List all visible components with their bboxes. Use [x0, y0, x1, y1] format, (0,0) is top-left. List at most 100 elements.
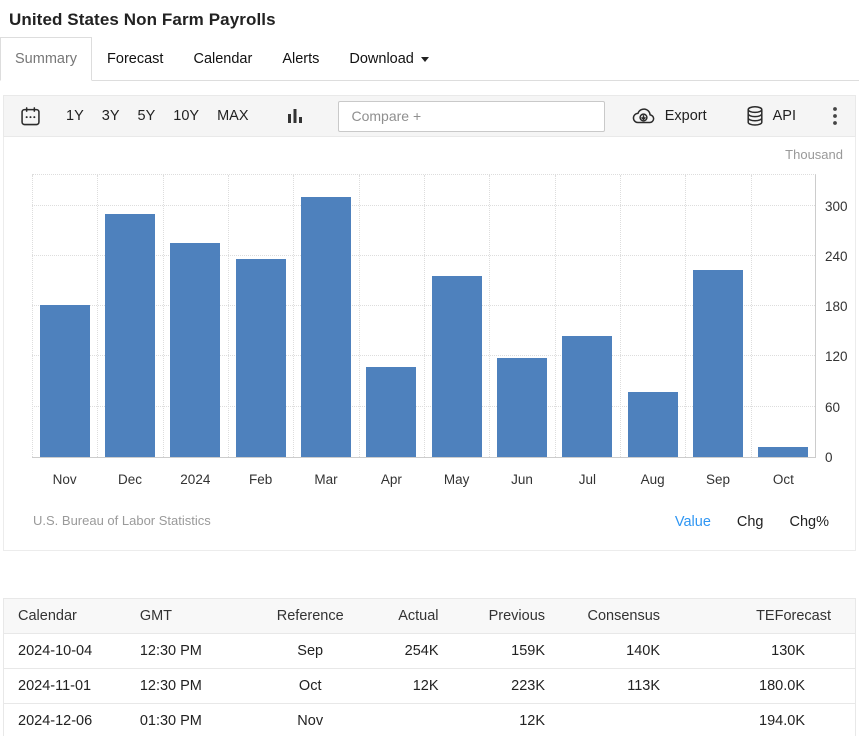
tab-bar: Summary Forecast Calendar Alerts Downloa…	[0, 37, 859, 81]
y-axis-unit-label: Thousand	[785, 147, 843, 162]
export-label: Export	[665, 108, 707, 124]
tab-download[interactable]: Download	[334, 37, 444, 81]
bar-Nov	[40, 305, 90, 457]
cell-date: 2024-10-04	[4, 634, 140, 669]
cell-reference: Oct	[268, 669, 353, 704]
cell-date: 2024-12-06	[4, 704, 140, 736]
tab-forecast[interactable]: Forecast	[92, 37, 178, 81]
vertical-gridline	[555, 175, 556, 457]
table-row: 2024-11-01 12:30 PM Oct 12K 223K 113K 18…	[4, 669, 856, 704]
cell-teforecast: 130K	[668, 634, 855, 669]
more-options-button[interactable]	[830, 104, 840, 128]
bar-Dec	[105, 214, 155, 457]
cell-consensus: 113K	[553, 669, 668, 704]
vertical-gridline	[620, 175, 621, 457]
horizontal-gridline	[32, 205, 815, 206]
calendar-icon	[19, 105, 42, 128]
cell-gmt: 12:30 PM	[140, 634, 268, 669]
bar-Feb	[236, 259, 286, 457]
x-axis-label: Jun	[489, 472, 554, 487]
cell-gmt: 12:30 PM	[140, 669, 268, 704]
cell-previous: 12K	[447, 704, 554, 736]
header-gmt: GMT	[140, 599, 268, 634]
chart-card: Thousand NovDec2024FebMarAprMayJunJulAug…	[3, 137, 856, 551]
download-caret-icon	[421, 57, 429, 62]
header-calendar: Calendar	[4, 599, 140, 634]
range-max-button[interactable]: MAX	[217, 104, 248, 128]
table-header: Calendar GMT Reference Actual Previous C…	[4, 599, 856, 634]
mode-chgpct-button[interactable]: Chg%	[790, 514, 830, 530]
x-axis-label: Jul	[555, 472, 620, 487]
export-cloud-download-icon	[630, 106, 657, 126]
bar-Apr	[366, 367, 416, 457]
range-buttons: 1Y 3Y 5Y 10Y MAX	[66, 104, 266, 128]
column-chart-icon	[286, 106, 304, 126]
header-reference: Reference	[268, 599, 353, 634]
export-button[interactable]: Export	[630, 106, 707, 126]
x-axis-label: 2024	[163, 472, 228, 487]
tab-summary[interactable]: Summary	[0, 37, 92, 81]
kebab-menu-icon	[832, 106, 838, 126]
mode-value-button[interactable]: Value	[675, 514, 711, 530]
y-axis-tick-label: 300	[825, 199, 859, 214]
api-database-icon	[745, 105, 765, 127]
mode-chg-button[interactable]: Chg	[737, 514, 764, 530]
chart-source: U.S. Bureau of Labor Statistics	[33, 513, 211, 528]
x-axis-label: Mar	[293, 472, 358, 487]
x-axis-label: Feb	[228, 472, 293, 487]
bar-Jun	[497, 358, 547, 457]
x-axis-label: Oct	[751, 472, 816, 487]
bar-Oct	[758, 447, 808, 457]
release-calendar-table: Calendar GMT Reference Actual Previous C…	[3, 598, 856, 736]
tab-alerts[interactable]: Alerts	[267, 37, 334, 81]
plot-area: NovDec2024FebMarAprMayJunJulAugSepOct	[32, 174, 816, 458]
bar-Jul	[562, 336, 612, 457]
bar-Sep	[693, 270, 743, 457]
cell-reference: Nov	[268, 704, 353, 736]
vertical-gridline	[163, 175, 164, 457]
x-axis-label: Nov	[32, 472, 97, 487]
x-axis-label: May	[424, 472, 489, 487]
table-row: 2024-12-06 01:30 PM Nov 12K 194.0K	[4, 704, 856, 736]
bar-Aug	[628, 392, 678, 457]
chart-toolbar: 1Y 3Y 5Y 10Y MAX Export API	[3, 95, 856, 137]
x-axis-label: Dec	[97, 472, 162, 487]
header-consensus: Consensus	[553, 599, 668, 634]
cell-previous: 223K	[447, 669, 554, 704]
cell-teforecast: 180.0K	[668, 669, 855, 704]
cell-consensus: 140K	[553, 634, 668, 669]
cell-actual: 254K	[353, 634, 447, 669]
x-axis-label: Sep	[685, 472, 750, 487]
tab-download-label: Download	[349, 51, 414, 67]
y-axis-tick-label: 60	[825, 400, 859, 415]
cell-gmt: 01:30 PM	[140, 704, 268, 736]
compare-input[interactable]	[338, 101, 605, 132]
api-label: API	[773, 108, 796, 124]
header-teforecast: TEForecast	[668, 599, 855, 634]
y-axis-tick-label: 180	[825, 299, 859, 314]
cell-previous: 159K	[447, 634, 554, 669]
range-10y-button[interactable]: 10Y	[173, 104, 199, 128]
range-5y-button[interactable]: 5Y	[138, 104, 156, 128]
cell-actual	[353, 704, 447, 736]
calendar-range-button[interactable]	[17, 103, 44, 130]
page-title: United States Non Farm Payrolls	[0, 0, 859, 37]
chart-type-button[interactable]	[284, 104, 306, 128]
header-previous: Previous	[447, 599, 554, 634]
y-axis-tick-label: 0	[825, 450, 859, 465]
api-button[interactable]: API	[745, 105, 796, 127]
vertical-gridline	[293, 175, 294, 457]
range-1y-button[interactable]: 1Y	[66, 104, 84, 128]
header-actual: Actual	[353, 599, 447, 634]
bar-Mar	[301, 197, 351, 457]
bar-May	[432, 276, 482, 457]
vertical-gridline	[424, 175, 425, 457]
vertical-gridline	[97, 175, 98, 457]
cell-teforecast: 194.0K	[668, 704, 855, 736]
x-axis-label: Apr	[359, 472, 424, 487]
vertical-gridline	[32, 175, 33, 457]
vertical-gridline	[359, 175, 360, 457]
tab-calendar[interactable]: Calendar	[178, 37, 267, 81]
range-3y-button[interactable]: 3Y	[102, 104, 120, 128]
x-axis-label: Aug	[620, 472, 685, 487]
